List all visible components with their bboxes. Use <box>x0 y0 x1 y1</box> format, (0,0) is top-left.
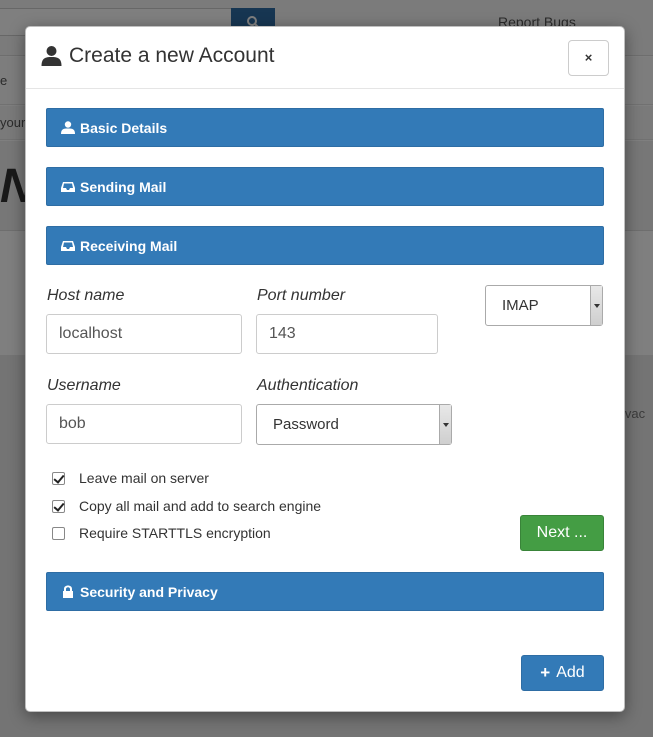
leave-mail-checkbox[interactable] <box>52 471 65 485</box>
inbox-icon <box>61 241 75 251</box>
add-button-label: Add <box>556 664 585 681</box>
modal-title-text: Create a new Account <box>69 44 275 67</box>
user-icon <box>41 46 62 66</box>
section-sending-mail[interactable]: Sending Mail <box>46 167 604 206</box>
chevron-down-icon <box>439 405 451 444</box>
authentication-select-value: Password <box>273 416 339 433</box>
starttls-option: Require STARTTLS encryption <box>52 525 271 541</box>
username-input[interactable] <box>46 404 242 444</box>
authentication-label: Authentication <box>257 377 359 394</box>
leave-mail-label: Leave mail on server <box>79 470 209 486</box>
copy-mail-checkbox[interactable] <box>52 499 65 513</box>
chevron-down-icon <box>590 286 602 325</box>
protocol-select[interactable]: IMAP <box>485 285 603 326</box>
starttls-checkbox[interactable] <box>52 526 65 540</box>
close-button[interactable]: × <box>568 40 609 76</box>
section-security-privacy-label: Security and Privacy <box>80 583 218 600</box>
lock-icon <box>63 585 73 598</box>
copy-mail-label: Copy all mail and add to search engine <box>79 498 322 514</box>
section-security-privacy[interactable]: Security and Privacy <box>46 572 604 611</box>
leave-mail-option: Leave mail on server <box>52 470 209 486</box>
section-receiving-mail-label: Receiving Mail <box>80 237 178 254</box>
port-number-label: Port number <box>257 287 346 304</box>
section-basic-details-label: Basic Details <box>80 119 168 136</box>
section-sending-mail-label: Sending Mail <box>80 178 167 195</box>
user-icon <box>61 121 75 134</box>
next-button[interactable]: Next ... <box>520 515 604 551</box>
starttls-label: Require STARTTLS encryption <box>79 525 271 541</box>
section-receiving-mail[interactable]: Receiving Mail <box>46 226 604 265</box>
inbox-icon <box>61 182 75 192</box>
add-button[interactable]: + Add <box>521 655 604 691</box>
port-number-input[interactable] <box>256 314 438 354</box>
create-account-modal: Create a new Account × Basic Details Sen… <box>25 26 625 712</box>
copy-mail-option: Copy all mail and add to search engine <box>52 498 321 514</box>
protocol-select-value: IMAP <box>502 297 539 314</box>
modal-header: Create a new Account × <box>26 27 624 89</box>
modal-title: Create a new Account <box>41 44 274 68</box>
username-label: Username <box>47 377 121 394</box>
section-basic-details[interactable]: Basic Details <box>46 108 604 147</box>
host-name-input[interactable] <box>46 314 242 354</box>
plus-icon: + <box>540 663 551 682</box>
host-name-label: Host name <box>47 287 125 304</box>
authentication-select[interactable]: Password <box>256 404 452 445</box>
